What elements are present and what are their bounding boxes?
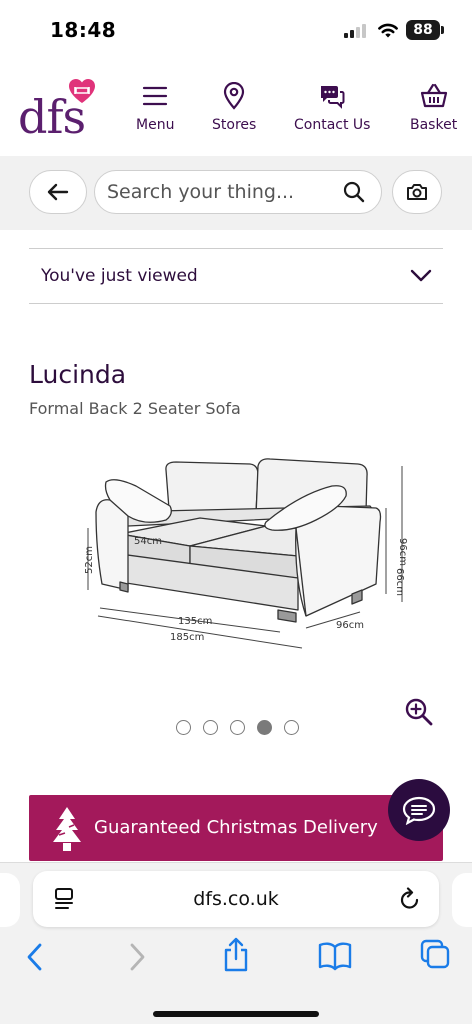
status-bar: 18:48 88	[0, 0, 472, 60]
nav-contact-us[interactable]: Contact Us	[294, 82, 370, 133]
chat-icon	[402, 796, 436, 825]
nav-menu-label: Menu	[136, 117, 175, 133]
back-button[interactable]	[29, 170, 87, 214]
heart-sofa-icon	[69, 79, 95, 103]
product-name: Lucinda	[29, 360, 127, 389]
divider	[29, 303, 443, 304]
carousel-dot[interactable]	[203, 720, 218, 735]
status-time: 18:48	[50, 18, 117, 42]
christmas-delivery-banner[interactable]: Guaranteed Christmas Delivery	[29, 795, 443, 861]
address-bar[interactable]: dfs.co.uk	[33, 871, 439, 927]
banner-text: Guaranteed Christmas Delivery	[94, 817, 378, 838]
depth-label: 96cm	[336, 620, 364, 631]
cellular-signal-icon	[344, 24, 370, 38]
menu-icon	[143, 86, 168, 106]
previous-tab-edge[interactable]	[0, 873, 20, 927]
seat-width-label: 135cm	[178, 616, 212, 627]
search-input[interactable]: Search your thing...	[94, 170, 382, 214]
total-height-label: 96cm	[397, 538, 408, 566]
seat-depth-label: 54cm	[134, 536, 162, 547]
nav-stores[interactable]: Stores	[212, 82, 256, 133]
arm-height-label: 66cm	[394, 568, 405, 596]
carousel-dot[interactable]	[230, 720, 245, 735]
camera-search-button[interactable]	[392, 170, 442, 214]
camera-icon	[407, 184, 427, 200]
nav-stores-label: Stores	[212, 117, 257, 133]
back-arrow-icon[interactable]	[24, 941, 46, 973]
total-width-label: 185cm	[170, 632, 204, 643]
christmas-tree-icon	[53, 807, 81, 851]
seat-height-label: 52cm	[84, 546, 95, 574]
arrow-left-icon	[47, 183, 69, 201]
carousel-dots	[174, 720, 300, 736]
basket-icon	[420, 83, 447, 108]
chat-bubbles-icon	[321, 86, 345, 109]
search-band: Search your thing...	[0, 156, 472, 230]
zoom-in-icon[interactable]	[404, 697, 434, 727]
forward-arrow-icon[interactable]	[126, 941, 148, 973]
divider	[29, 248, 443, 249]
nav-contact-label: Contact Us	[294, 117, 371, 133]
product-subtitle: Formal Back 2 Seater Sofa	[29, 399, 241, 418]
reload-icon[interactable]	[399, 887, 421, 911]
next-tab-edge[interactable]	[452, 873, 472, 927]
carousel-dot[interactable]	[176, 720, 191, 735]
tabs-icon[interactable]	[420, 939, 450, 969]
nav-menu[interactable]: Menu	[136, 82, 174, 133]
bookmarks-icon[interactable]	[318, 941, 352, 971]
location-pin-icon	[224, 82, 245, 110]
just-viewed-accordion[interactable]: You've just viewed	[29, 250, 443, 302]
carousel-dot[interactable]	[284, 720, 299, 735]
battery-indicator: 88	[406, 20, 440, 40]
battery-cap	[441, 26, 444, 34]
share-icon[interactable]	[222, 937, 250, 973]
nav-basket-label: Basket	[410, 117, 458, 133]
carousel-dot[interactable]	[257, 720, 272, 735]
site-header: dfs Menu Stores Contact Us Basket	[0, 62, 472, 156]
search-icon[interactable]	[343, 181, 365, 203]
home-indicator	[153, 1011, 319, 1017]
sofa-dimensions-image[interactable]: 54cm 52cm 66cm 96cm 135cm 185cm 96cm	[70, 450, 420, 660]
just-viewed-label: You've just viewed	[41, 266, 198, 286]
safari-bottom-bar: dfs.co.uk	[0, 862, 472, 1024]
nav-basket[interactable]: Basket	[410, 82, 457, 133]
chevron-down-icon	[410, 269, 432, 282]
dfs-logo[interactable]: dfs	[18, 78, 118, 148]
url-text: dfs.co.uk	[193, 888, 279, 910]
live-chat-button[interactable]	[388, 779, 450, 841]
search-placeholder: Search your thing...	[107, 181, 295, 203]
wifi-icon	[378, 23, 398, 38]
